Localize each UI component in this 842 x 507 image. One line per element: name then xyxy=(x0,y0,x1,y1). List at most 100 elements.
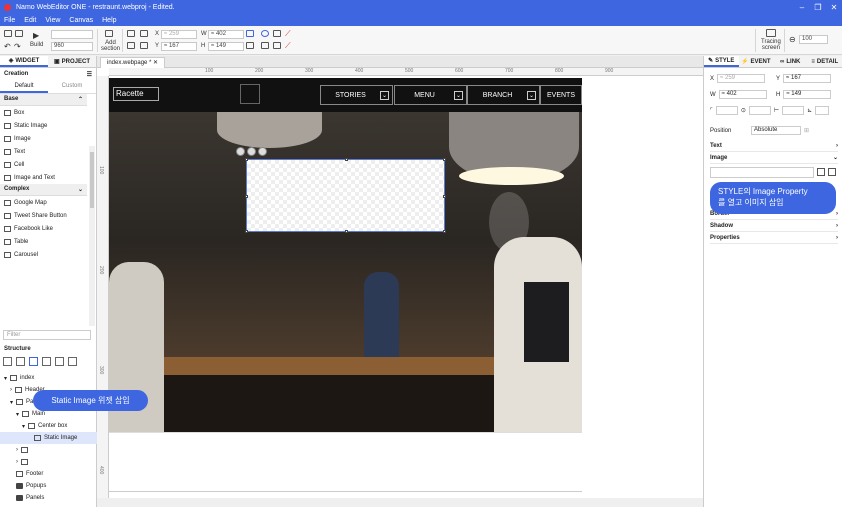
tree-node-panels[interactable]: Panels xyxy=(0,492,97,504)
tab-project[interactable]: ▣ PROJECT xyxy=(48,56,96,67)
no-border-icon[interactable]: ⟋ xyxy=(285,41,291,51)
resize-handle[interactable] xyxy=(345,230,348,233)
chevron-down-icon[interactable]: ⌄ xyxy=(454,90,463,100)
nav-item-stories[interactable]: STORIES ⌄ xyxy=(320,85,393,105)
widget-image[interactable]: Image xyxy=(0,132,87,145)
offset-field[interactable] xyxy=(815,106,830,115)
h-field[interactable]: ≈ 149 xyxy=(208,42,244,51)
tree-node-collapsed-2[interactable]: › xyxy=(0,456,97,468)
expand-icon[interactable]: ▾ xyxy=(10,399,13,406)
style-h-field[interactable]: ≈ 149 xyxy=(783,90,832,99)
nav-placeholder-box[interactable] xyxy=(240,84,260,104)
fit-width-icon[interactable] xyxy=(246,30,254,37)
widget-box[interactable]: Box xyxy=(0,106,87,119)
resize-handle[interactable] xyxy=(245,158,248,161)
resize-handle[interactable] xyxy=(245,195,248,198)
build-button[interactable]: Build xyxy=(30,42,43,48)
chevron-down-icon[interactable]: ⌄ xyxy=(527,90,536,100)
tracing-screen-button[interactable]: Tracing screen xyxy=(761,39,781,51)
gap-field[interactable] xyxy=(782,106,805,115)
align-icon[interactable] xyxy=(127,30,135,37)
tree-box-icon[interactable] xyxy=(29,357,38,366)
menu-view[interactable]: View xyxy=(45,17,60,24)
expand-icon[interactable]: ▾ xyxy=(4,375,7,382)
expand-icon[interactable]: ▾ xyxy=(22,423,25,430)
canvas-horizontal-scrollbar[interactable] xyxy=(97,498,703,507)
tree-add-icon[interactable] xyxy=(3,357,12,366)
resize-handle[interactable] xyxy=(245,230,248,233)
widget-table[interactable]: Table xyxy=(0,235,87,248)
site-header[interactable]: Racette STORIES ⌄ MENU ⌄ BRANCH ⌄ EVENTS xyxy=(109,78,582,112)
hidden-eye-icon[interactable] xyxy=(261,42,269,49)
arrange-icon[interactable] xyxy=(140,42,148,49)
tab-event[interactable]: ⚡ EVENT xyxy=(739,56,774,67)
menu-help[interactable]: Help xyxy=(102,17,116,24)
visibility-eye-icon[interactable] xyxy=(261,30,269,37)
close-button[interactable]: ✕ xyxy=(826,3,842,12)
fit-image-icon[interactable] xyxy=(828,168,836,176)
document-tab-index[interactable]: index.webpage * ✕ xyxy=(100,57,166,68)
section-properties[interactable]: Properties › xyxy=(710,232,838,244)
zoom-select[interactable]: 100 xyxy=(799,35,828,44)
style-x-field[interactable]: ≈ 259 xyxy=(717,74,766,83)
nav-item-branch[interactable]: BRANCH ⌄ xyxy=(467,85,540,105)
widget-tweet-share[interactable]: Tweet Share Button xyxy=(0,209,87,222)
tree-page-icon[interactable] xyxy=(16,357,25,366)
move-handle-icon[interactable] xyxy=(236,147,245,156)
nav-item-menu[interactable]: MENU ⌄ xyxy=(394,85,467,105)
tree-node-static-image[interactable]: Static Image xyxy=(0,432,97,444)
page-footer-area[interactable] xyxy=(109,432,582,504)
filter-input[interactable]: Filter xyxy=(3,330,91,340)
build-play-icon[interactable]: ▶ xyxy=(33,31,39,40)
trash-icon[interactable] xyxy=(68,357,77,366)
chevron-down-icon[interactable]: ⌄ xyxy=(380,90,389,100)
widget-static-image[interactable]: Static Image xyxy=(0,119,87,132)
save-icon[interactable] xyxy=(15,30,23,37)
no-fill-icon[interactable]: ⟋ xyxy=(285,29,291,39)
widget-carousel[interactable]: Carousel xyxy=(0,248,87,261)
margin-field[interactable] xyxy=(715,106,738,115)
tree-node-collapsed-1[interactable]: › xyxy=(0,444,97,456)
widget-facebook-like[interactable]: Facebook Like xyxy=(0,222,87,235)
fill-icon[interactable] xyxy=(273,30,281,37)
w-field[interactable]: ≈ 402 xyxy=(208,30,244,39)
subtab-custom[interactable]: Custom xyxy=(48,81,96,93)
widget-text[interactable]: Text xyxy=(0,145,87,158)
expand-icon[interactable]: › xyxy=(16,459,18,465)
fit-height-icon[interactable] xyxy=(246,42,254,49)
resize-handle[interactable] xyxy=(443,158,446,161)
canvas-area[interactable]: 100 200 300 400 500 600 700 800 900 100 … xyxy=(97,68,703,507)
page-width-select[interactable]: 960 xyxy=(51,42,93,51)
group-base[interactable]: Base ⌃ xyxy=(0,94,87,106)
close-tab-icon[interactable]: ✕ xyxy=(153,60,158,66)
group-complex[interactable]: Complex ⌄ xyxy=(0,184,87,196)
tree-node-popups[interactable]: Popups xyxy=(0,480,97,492)
tab-widget[interactable]: ◈ WIDGET xyxy=(0,56,48,67)
widget-image-and-text[interactable]: Image and Text xyxy=(0,171,87,184)
image-source-field[interactable] xyxy=(710,167,814,178)
section-text[interactable]: Text › xyxy=(710,140,838,152)
resize-handle[interactable] xyxy=(443,230,446,233)
text-color-icon[interactable] xyxy=(273,42,281,49)
menu-edit[interactable]: Edit xyxy=(24,17,36,24)
subtab-default[interactable]: Default xyxy=(0,81,48,93)
style-y-field[interactable]: ≈ 167 xyxy=(783,74,832,83)
tracing-screen-icon[interactable] xyxy=(766,29,776,37)
redo-icon[interactable]: ↷ xyxy=(14,42,21,51)
add-section-icon[interactable] xyxy=(105,30,113,37)
open-image-icon[interactable] xyxy=(817,168,825,176)
expand-icon[interactable]: ▾ xyxy=(16,411,19,418)
minimize-button[interactable]: – xyxy=(794,3,810,12)
widget-list-scrollbar[interactable] xyxy=(89,146,95,326)
section-image[interactable]: Image ⌄ xyxy=(710,152,838,164)
tab-link[interactable]: ∞ LINK xyxy=(773,56,808,67)
maximize-button[interactable]: ❐ xyxy=(810,3,826,12)
device-select[interactable] xyxy=(51,30,93,39)
tab-detail[interactable]: ≡ DETAIL xyxy=(808,56,842,67)
tree-node-footer[interactable]: Footer xyxy=(0,468,97,480)
position-lock-icon[interactable]: ⊞ xyxy=(804,127,809,134)
menu-canvas[interactable]: Canvas xyxy=(69,17,93,24)
distribute-icon[interactable] xyxy=(140,30,148,37)
add-section-button[interactable]: Add section xyxy=(101,40,120,52)
resize-handle[interactable] xyxy=(345,158,348,161)
